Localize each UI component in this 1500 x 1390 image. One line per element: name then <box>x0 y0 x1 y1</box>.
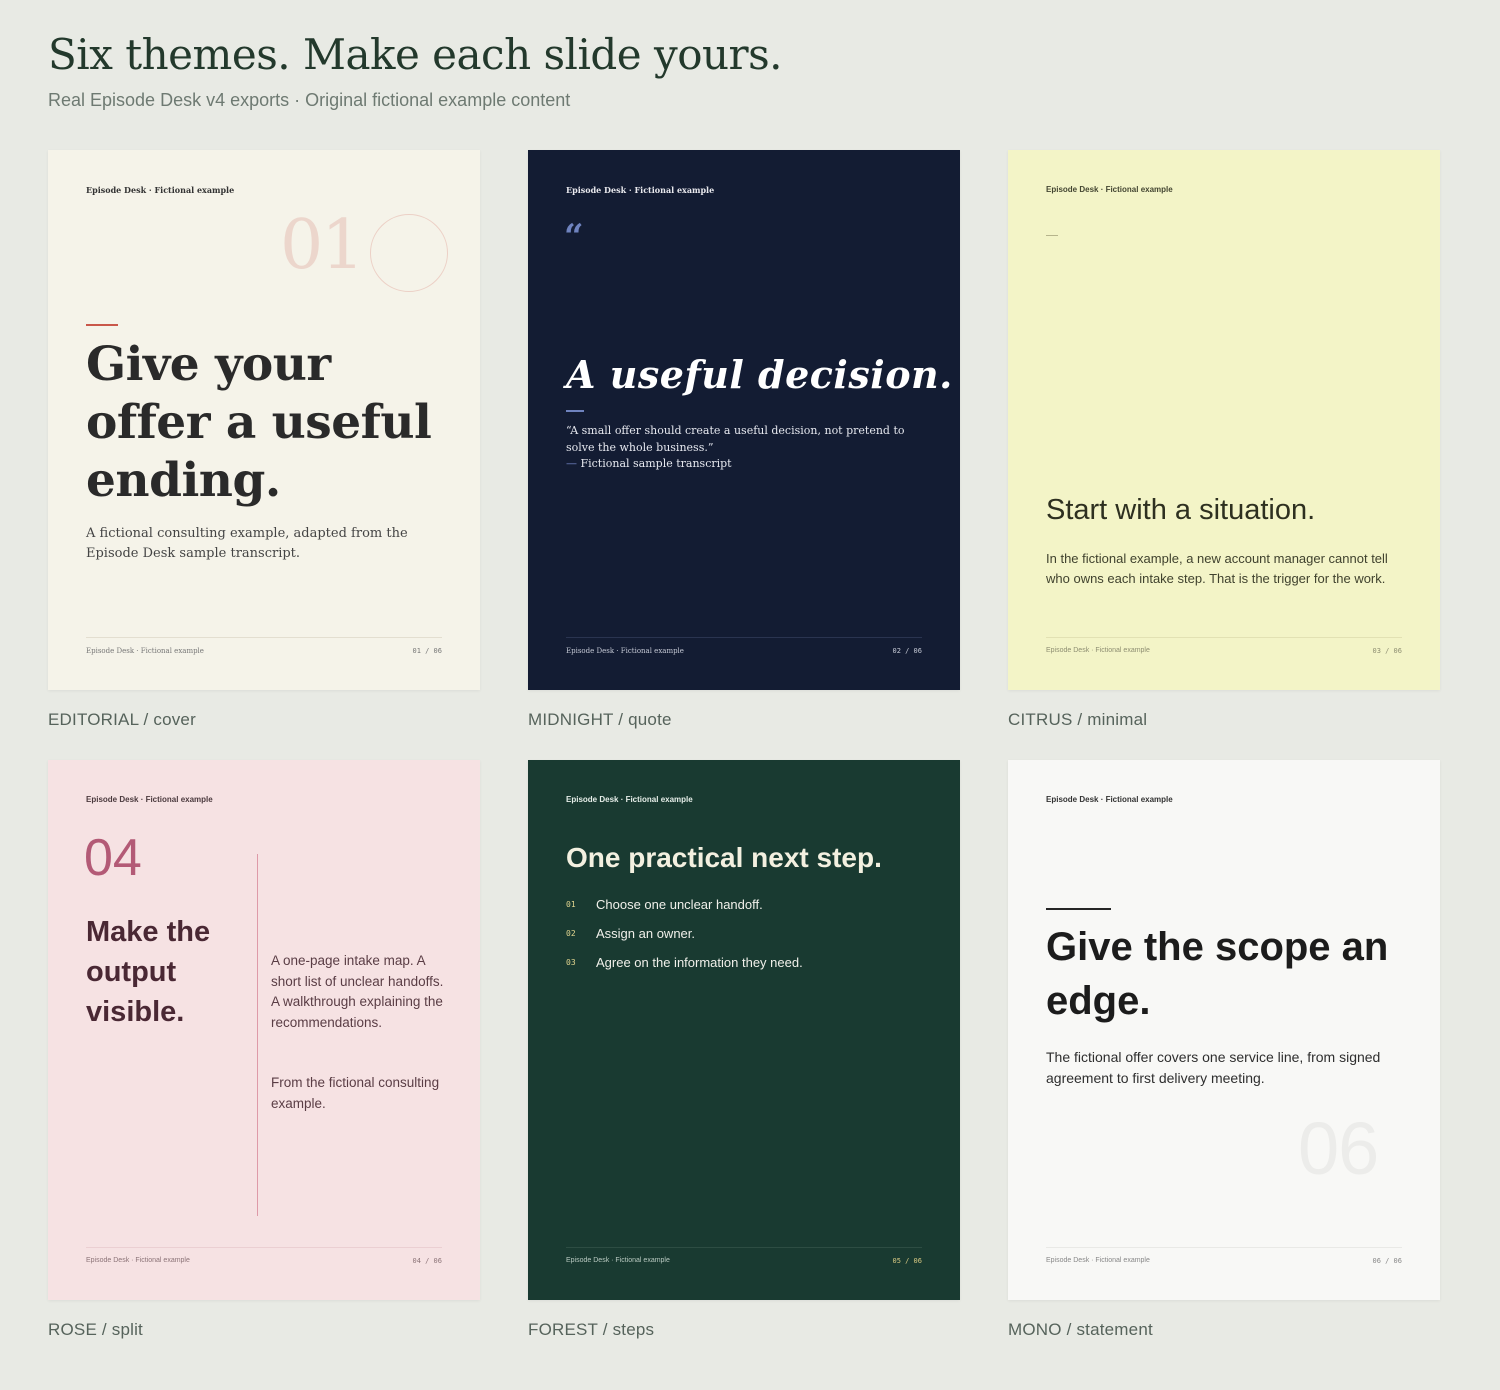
slide-headline: One practical next step. <box>566 842 882 873</box>
theme-card-rose[interactable]: Episode Desk · Fictional example 04 Make… <box>48 760 480 1300</box>
theme-caption-forest: FOREST / steps <box>528 1320 655 1339</box>
slide-pager: 03 / 06 <box>1372 647 1402 655</box>
slide-footer-brand: Episode Desk · Fictional example <box>86 647 204 655</box>
slide-number: 01 <box>280 206 365 285</box>
footer-divider <box>566 1247 922 1248</box>
slide-pager: 06 / 06 <box>1372 1257 1402 1265</box>
footer-divider <box>566 637 922 638</box>
slide-brand-label: Episode Desk · Fictional example <box>566 795 693 804</box>
slide-brand-label: Episode Desk · Fictional example <box>86 185 235 195</box>
slide-pager: 05 / 06 <box>892 1257 922 1265</box>
theme-card-midnight[interactable]: Episode Desk · Fictional example “ A use… <box>528 150 960 690</box>
theme-caption-mono: MONO / statement <box>1008 1320 1153 1339</box>
slide-body: A fictional consulting example, adapted … <box>86 526 408 561</box>
slide-headline: Give your offer a useful ending. <box>86 337 432 508</box>
quote-attribution: — Fictional sample transcript <box>566 457 732 470</box>
slide-footer-brand: Episode Desk · Fictional example <box>566 1257 670 1264</box>
slide-footer-brand: Episode Desk · Fictional example <box>1046 1257 1150 1264</box>
accent-rule <box>86 324 118 326</box>
step-number: 03 <box>566 958 576 967</box>
slide-brand-label: Episode Desk · Fictional example <box>1046 795 1173 804</box>
decorative-circle <box>370 214 448 292</box>
accent-rule <box>1046 235 1058 236</box>
quote-mark-icon: “ <box>564 217 584 257</box>
slide-quote: “A small offer should create a useful de… <box>566 424 905 454</box>
slide-brand-label: Episode Desk · Fictional example <box>566 185 715 195</box>
slide-headline: Make the output visible. <box>86 916 211 1028</box>
accent-rule <box>1046 908 1111 910</box>
step-text: Assign an owner. <box>596 926 696 941</box>
footer-divider <box>86 637 442 638</box>
slide-footer-brand: Episode Desk · Fictional example <box>1046 647 1150 654</box>
step-number: 02 <box>566 929 576 938</box>
footer-divider <box>86 1247 442 1248</box>
slide-body: The fictional offer covers one service l… <box>1046 1049 1381 1086</box>
slide-footer-brand: Episode Desk · Fictional example <box>566 647 684 655</box>
accent-rule <box>566 410 584 412</box>
slide-headline: Start with a situation. <box>1046 494 1316 526</box>
slide-brand-label: Episode Desk · Fictional example <box>86 795 213 804</box>
slide-number: 06 <box>1298 1107 1379 1190</box>
theme-caption-rose: ROSE / split <box>48 1320 143 1339</box>
theme-card-editorial[interactable]: Episode Desk · Fictional example 01 Give… <box>48 150 480 690</box>
step-number: 01 <box>566 900 576 909</box>
slide-headline: Give the scope an edge. <box>1046 925 1389 1023</box>
page-subtitle: Real Episode Desk v4 exports · Original … <box>48 90 571 110</box>
attribution-text: Fictional sample transcript <box>580 457 732 470</box>
theme-card-mono[interactable]: Episode Desk · Fictional example Give th… <box>1008 760 1440 1300</box>
step-text: Agree on the information they need. <box>596 955 803 970</box>
slide-brand-label: Episode Desk · Fictional example <box>1046 185 1173 194</box>
slide-footer-brand: Episode Desk · Fictional example <box>86 1257 190 1264</box>
slide-body-secondary: From the fictional consulting example. <box>271 1075 440 1111</box>
slide-body: A one-page intake map. A short list of u… <box>271 953 444 1030</box>
footer-divider <box>1046 637 1402 638</box>
slide-headline: A useful decision. <box>566 352 953 397</box>
page-title: Six themes. Make each slide yours. <box>48 30 783 79</box>
slide-pager: 01 / 06 <box>412 647 442 655</box>
footer-divider <box>1046 1247 1402 1248</box>
step-text: Choose one unclear handoff. <box>596 897 763 912</box>
theme-caption-citrus: CITRUS / minimal <box>1008 710 1148 729</box>
theme-caption-midnight: MIDNIGHT / quote <box>528 710 672 729</box>
slide-number: 04 <box>84 829 142 887</box>
slide-pager: 02 / 06 <box>892 647 922 655</box>
theme-card-forest[interactable]: Episode Desk · Fictional example One pra… <box>528 760 960 1300</box>
attribution-dash: — <box>566 457 577 470</box>
column-divider <box>257 854 258 1216</box>
slide-pager: 04 / 06 <box>412 1257 442 1265</box>
theme-card-citrus[interactable]: Episode Desk · Fictional example Start w… <box>1008 150 1440 690</box>
slide-body: In the fictional example, a new account … <box>1046 551 1388 586</box>
theme-caption-editorial: EDITORIAL / cover <box>48 710 196 729</box>
